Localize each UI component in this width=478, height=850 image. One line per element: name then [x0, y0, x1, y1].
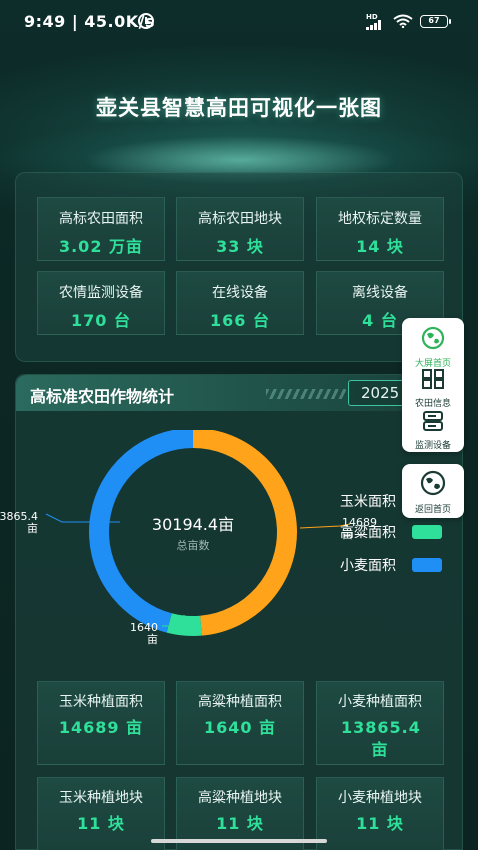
stat-label: 高标农田地块: [198, 211, 282, 227]
globe-icon: [420, 470, 446, 496]
wifi-icon: [393, 14, 413, 28]
crop-card-label: 高粱种植面积: [198, 694, 282, 710]
crop-card-value: 11 块: [356, 814, 404, 833]
stat-value: 14 块: [356, 237, 404, 256]
stat-card-farmland-area: 高标农田面积 3.02 万亩: [37, 197, 165, 261]
status-bar: 9:49 | 45.0K/s HD 67: [0, 0, 478, 44]
signal-icon: [366, 20, 386, 30]
nav-label: 农田信息: [414, 399, 451, 409]
stat-card-monitoring-devices: 农情监测设备 170 台: [37, 271, 165, 335]
crop-card-label: 玉米种植地块: [59, 790, 143, 806]
crop-card-wheat-area: 小麦种植面积 13865.4 亩: [316, 681, 444, 765]
legend-label-sorghum: 高粱面积: [340, 524, 396, 541]
nav-label: 返回首页: [414, 505, 451, 515]
nav-label: 监测设备: [414, 441, 451, 451]
legend-swatch-sorghum: [412, 525, 442, 539]
alarm-clock-icon: [138, 13, 154, 29]
stat-label: 地权标定数量: [338, 211, 422, 227]
crop-card-value: 14689 亩: [58, 718, 144, 737]
stat-label: 农情监测设备: [59, 285, 143, 301]
back-home-button[interactable]: 返回首页: [402, 464, 464, 518]
status-time: 9:49 | 45.0K/s: [24, 12, 156, 31]
stat-value: 166 台: [210, 311, 270, 330]
nav-dashboard-home[interactable]: 大屏首页: [402, 326, 464, 369]
crop-card-corn-plots: 玉米种植地块 11 块: [37, 777, 165, 850]
crop-section-title: 高标准农田作物统计: [30, 387, 175, 406]
stat-card-farmland-plots: 高标农田地块 33 块: [176, 197, 304, 261]
home-indicator[interactable]: [151, 839, 327, 843]
stat-value: 170 台: [71, 311, 131, 330]
stat-card-land-rights: 地权标定数量 14 块: [316, 197, 444, 261]
legend-swatch-wheat: [412, 558, 442, 572]
donut-center-value: 30194.4亩: [152, 515, 234, 534]
crop-card-corn-area: 玉米种植面积 14689 亩: [37, 681, 165, 765]
crop-card-label: 小麦种植地块: [338, 790, 422, 806]
crop-card-value: 1640 亩: [203, 718, 277, 737]
crop-card-label: 小麦种植面积: [338, 694, 422, 710]
stat-card-online-devices: 在线设备 166 台: [176, 271, 304, 335]
crop-card-value: 13865.4 亩: [341, 718, 421, 759]
slice-label-wheat-unit: 亩: [27, 521, 38, 535]
donut-center-label: 总亩数: [177, 538, 210, 552]
crop-card-sorghum-area: 高粱种植面积 1640 亩: [176, 681, 304, 765]
header-decoration: [266, 389, 346, 399]
crop-header: 高标准农田作物统计 2025: [16, 375, 464, 411]
nav-farmland-info[interactable]: 农田信息: [402, 368, 464, 409]
battery-icon: 67: [420, 15, 451, 28]
stat-value: 33 块: [216, 237, 264, 256]
nav-monitoring-devices[interactable]: 监测设备: [402, 410, 464, 451]
page-title: 壶关县智慧高田可视化一张图: [96, 96, 382, 120]
crop-card-value: 11 块: [216, 814, 264, 833]
slice-label-sorghum-unit: 亩: [147, 632, 158, 646]
crop-card-label: 高粱种植地块: [198, 790, 282, 806]
stat-label: 在线设备: [212, 285, 268, 301]
globe-leaf-icon: [421, 326, 445, 350]
crop-card-label: 玉米种植面积: [59, 694, 143, 710]
grid-icon: [422, 369, 444, 389]
stat-label: 离线设备: [352, 285, 408, 301]
stats-panel: 高标农田面积 3.02 万亩 高标农田地块 33 块 地权标定数量 14 块 农…: [15, 172, 463, 362]
floating-nav: 大屏首页 农田信息 监测设备: [402, 318, 464, 452]
crop-card-value: 11 块: [77, 814, 125, 833]
crop-card-wheat-plots: 小麦种植地块 11 块: [316, 777, 444, 850]
stat-label: 高标农田面积: [59, 211, 143, 227]
stat-value: 3.02 万亩: [58, 237, 144, 256]
legend-label-corn: 玉米面积: [340, 494, 396, 510]
legend-label-wheat: 小麦面积: [340, 558, 396, 574]
server-icon: [423, 411, 443, 431]
